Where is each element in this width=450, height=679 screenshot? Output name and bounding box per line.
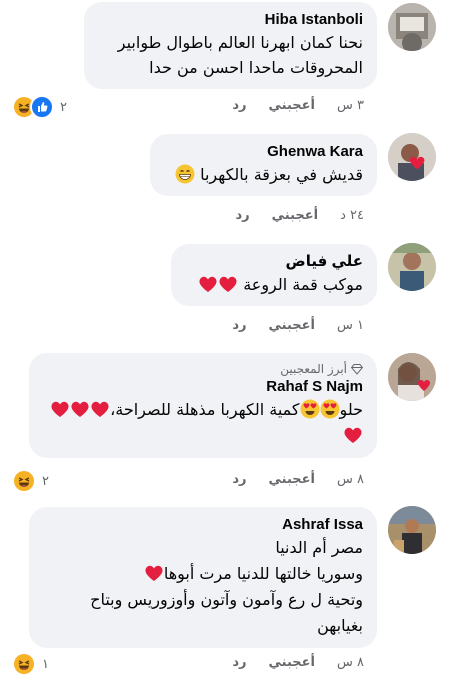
comment-actions: ٨ س أعجبني رد xyxy=(232,654,364,672)
avatar[interactable] xyxy=(388,133,436,181)
timestamp[interactable]: ٨ س xyxy=(337,654,364,672)
comment-bubble: علي فياض موكب قمة الروعة xyxy=(171,244,377,306)
comment-actions: ٣ س أعجبني رد xyxy=(232,97,364,115)
grinning-emoji-icon xyxy=(175,164,195,184)
heart-emoji-icon xyxy=(50,399,70,419)
heart-eyes-emoji-icon xyxy=(300,399,320,419)
like-icon xyxy=(30,95,54,119)
haha-icon xyxy=(12,469,36,493)
reply-button[interactable]: رد xyxy=(235,207,249,225)
reply-button[interactable]: رد xyxy=(232,97,246,115)
heart-emoji-icon xyxy=(144,563,164,583)
heart-emoji-icon xyxy=(198,274,218,294)
comment-actions: ٨ س أعجبني رد xyxy=(232,471,364,489)
badge-label: أبرز المعجبين xyxy=(280,362,347,376)
comment-bubble: Hiba Istanboli نحنا كمان ابهرنا العالم ب… xyxy=(84,2,377,89)
comment-text: مصر أم الدنيا وسوريا خالتها للدنيا مرت أ… xyxy=(41,535,363,639)
avatar[interactable] xyxy=(388,3,436,51)
like-button[interactable]: أعجبني xyxy=(269,317,315,335)
comment-line: نحنا كمان ابهرنا العالم باطوال طوابير xyxy=(117,33,363,52)
timestamp[interactable]: ٨ س xyxy=(337,471,364,489)
reaction-count: ١ xyxy=(42,656,49,672)
heart-emoji-icon xyxy=(70,399,90,419)
reply-button[interactable]: رد xyxy=(232,471,246,489)
comment-line: وتحية ل رع وآمون وآتون وأوزوريس وبتاح xyxy=(90,590,363,609)
comment-text: نحنا كمان ابهرنا العالم باطوال طوابير ال… xyxy=(96,30,363,80)
diamond-icon xyxy=(350,363,364,375)
comment-line: قديش في بعزقة بالكهربا xyxy=(200,165,363,184)
timestamp[interactable]: ٣ س xyxy=(337,97,364,115)
heart-emoji-icon xyxy=(218,274,238,294)
reaction-summary[interactable]: ٢ xyxy=(12,95,67,119)
comment-actions: ١ س أعجبني رد xyxy=(232,317,364,335)
like-button[interactable]: أعجبني xyxy=(269,97,315,115)
heart-emoji-icon xyxy=(90,399,110,419)
author-name[interactable]: Ghenwa Kara xyxy=(162,142,363,162)
author-name[interactable]: Hiba Istanboli xyxy=(96,10,363,30)
author-name[interactable]: علي فياض xyxy=(183,252,363,272)
comment-bubble: Ghenwa Kara قديش في بعزقة بالكهربا xyxy=(150,134,377,196)
reply-button[interactable]: رد xyxy=(232,654,246,672)
heart-emoji-icon xyxy=(343,425,363,445)
comment-text: قديش في بعزقة بالكهربا xyxy=(162,162,363,187)
reaction-count: ٢ xyxy=(60,99,67,115)
timestamp[interactable]: ١ س xyxy=(337,317,364,335)
reaction-summary[interactable]: ١ xyxy=(12,652,49,676)
top-fan-badge: أبرز المعجبين xyxy=(41,361,364,377)
comment-line: حلو xyxy=(339,400,363,419)
comment-bubble: Ashraf Issa مصر أم الدنيا وسوريا خالتها … xyxy=(29,507,377,648)
timestamp[interactable]: ٢٤ د xyxy=(340,207,364,225)
heart-eyes-emoji-icon xyxy=(320,399,340,419)
comment-line: مصر أم الدنيا xyxy=(275,538,363,557)
haha-icon xyxy=(12,652,36,676)
avatar[interactable] xyxy=(388,506,436,554)
avatar[interactable] xyxy=(388,353,436,401)
comment-text: حلو كمية الكهربا مذهلة للصراحة، xyxy=(41,397,363,449)
comment-line: موكب قمة الروعة xyxy=(243,275,363,294)
comment-bubble: أبرز المعجبين Rahaf S Najm حلو كمية الكه… xyxy=(29,353,377,458)
reaction-summary[interactable]: ٢ xyxy=(12,469,49,493)
like-button[interactable]: أعجبني xyxy=(269,471,315,489)
comment-line: كمية الكهربا مذهلة للصراحة، xyxy=(110,400,300,419)
author-name[interactable]: Rahaf S Najm xyxy=(41,377,363,397)
author-name[interactable]: Ashraf Issa xyxy=(41,515,363,535)
reply-button[interactable]: رد xyxy=(232,317,246,335)
like-button[interactable]: أعجبني xyxy=(269,654,315,672)
comment-line: بغيابهن xyxy=(317,616,363,635)
comment-actions: ٢٤ د أعجبني رد xyxy=(235,207,364,225)
comment-line: وسوريا خالتها للدنيا مرت أبوها xyxy=(163,564,363,583)
reaction-count: ٢ xyxy=(42,473,49,489)
avatar[interactable] xyxy=(388,243,436,291)
like-button[interactable]: أعجبني xyxy=(272,207,318,225)
comment-text: موكب قمة الروعة xyxy=(183,272,363,297)
comment-line: المحروقات ماحدا احسن من حدا xyxy=(149,58,363,77)
